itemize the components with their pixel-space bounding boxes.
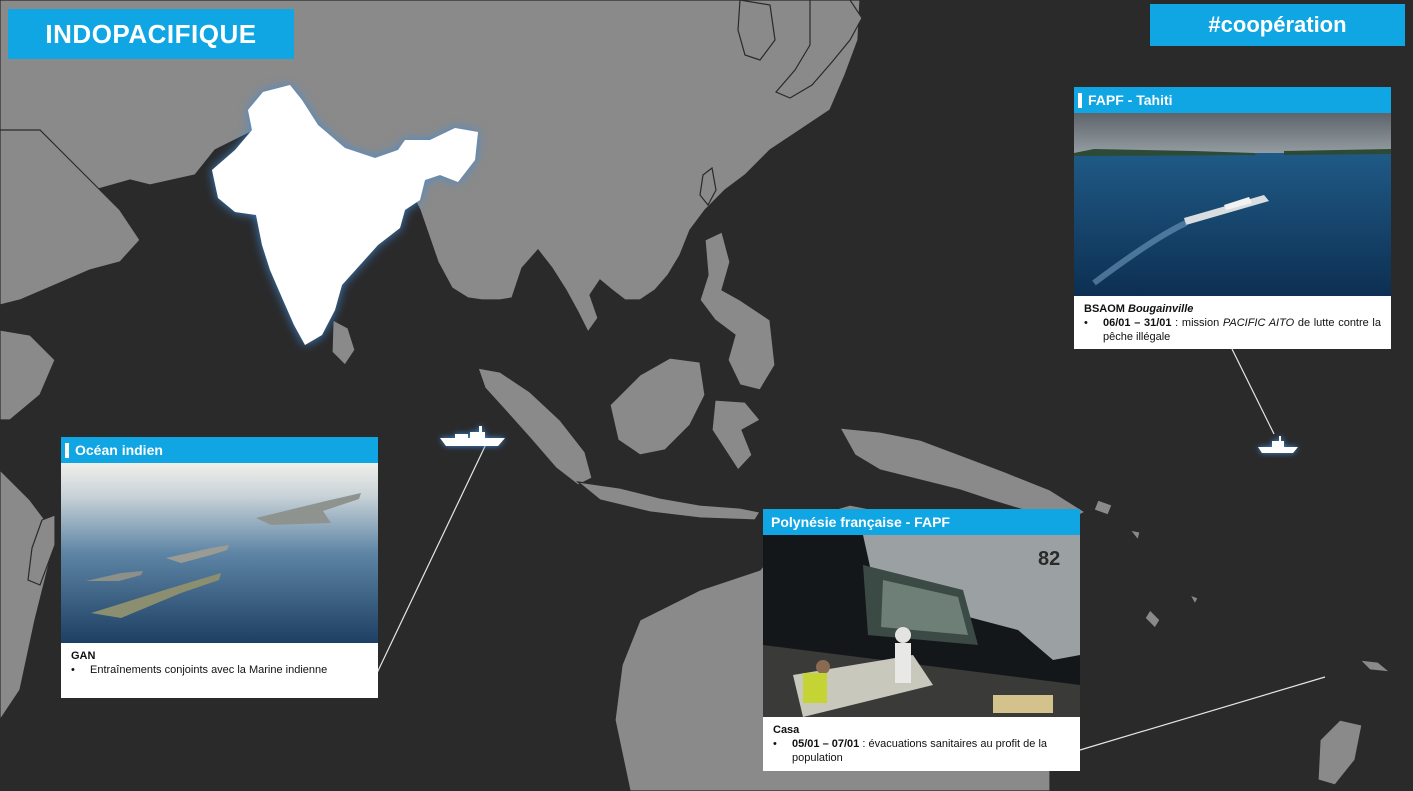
bullet-icon bbox=[1078, 92, 1082, 108]
java bbox=[575, 481, 761, 521]
card-title: FAPF - Tahiti bbox=[1088, 92, 1173, 108]
mission-name: PACIFIC AITO bbox=[1222, 317, 1295, 329]
unit-name: Bougainville bbox=[1128, 303, 1194, 315]
africa-horn bbox=[0, 329, 56, 421]
card-body: GAN • Entraînements conjoints avec la Ma… bbox=[61, 643, 378, 682]
unit-label: Casa bbox=[773, 724, 800, 736]
ship-icon bbox=[440, 426, 505, 446]
svg-text:82: 82 bbox=[1038, 548, 1060, 570]
card-header: Polynésie française - FAPF bbox=[763, 509, 1080, 535]
hashtag-badge: #coopération bbox=[1150, 4, 1405, 46]
sri-lanka bbox=[331, 319, 356, 366]
sumatra bbox=[477, 367, 593, 486]
mission-text: : mission bbox=[1171, 317, 1223, 329]
bullet-icon bbox=[65, 442, 69, 458]
africa-coast bbox=[0, 469, 51, 722]
photo-jets bbox=[61, 463, 378, 643]
callout-line-ocean bbox=[376, 439, 489, 674]
card-header: FAPF - Tahiti bbox=[1074, 87, 1391, 113]
sulawesi bbox=[711, 399, 761, 471]
card-title: Océan indien bbox=[75, 442, 163, 458]
card-tahiti: FAPF - Tahiti BSAOM Bougainville • 06/01… bbox=[1074, 87, 1391, 349]
new-guinea bbox=[838, 427, 1087, 521]
card-polynesie: Polynésie française - FAPF 82 Casa • 05/… bbox=[763, 509, 1080, 771]
callout-line-polynesie bbox=[1079, 676, 1326, 751]
philippines bbox=[699, 231, 776, 391]
card-body: Casa • 05/01 – 07/01 : évacuations sanit… bbox=[763, 717, 1080, 770]
unit-label: GAN bbox=[71, 650, 96, 662]
page-title: INDOPACIFIQUE bbox=[8, 9, 294, 59]
photo-ship bbox=[1074, 113, 1391, 296]
date-range: 06/01 – 31/01 bbox=[1103, 317, 1172, 329]
mission-text: Entraînements conjoints avec la Marine i… bbox=[90, 664, 328, 676]
bullet-icon: • bbox=[71, 664, 75, 676]
new-zealand bbox=[1317, 719, 1363, 786]
ship-icon bbox=[1258, 436, 1298, 453]
photo-medevac: 82 bbox=[763, 535, 1080, 717]
callout-line-tahiti bbox=[1231, 348, 1275, 435]
card-body: BSAOM Bougainville • 06/01 – 31/01 : mis… bbox=[1074, 296, 1391, 349]
borneo bbox=[609, 357, 706, 456]
card-ocean-indien: Océan indien GAN • Entraînements conjoin… bbox=[61, 437, 378, 698]
islands-east bbox=[1093, 499, 1392, 673]
unit-label: BSAOM bbox=[1084, 303, 1125, 315]
card-header: Océan indien bbox=[61, 437, 378, 463]
map-stage: INDOPACIFIQUE #coopération FAPF - Tahiti bbox=[0, 0, 1413, 791]
date-range: 05/01 – 07/01 bbox=[792, 738, 860, 750]
bullet-icon: • bbox=[773, 738, 777, 750]
card-title: Polynésie française - FAPF bbox=[771, 514, 950, 530]
bullet-icon: • bbox=[1084, 317, 1088, 329]
